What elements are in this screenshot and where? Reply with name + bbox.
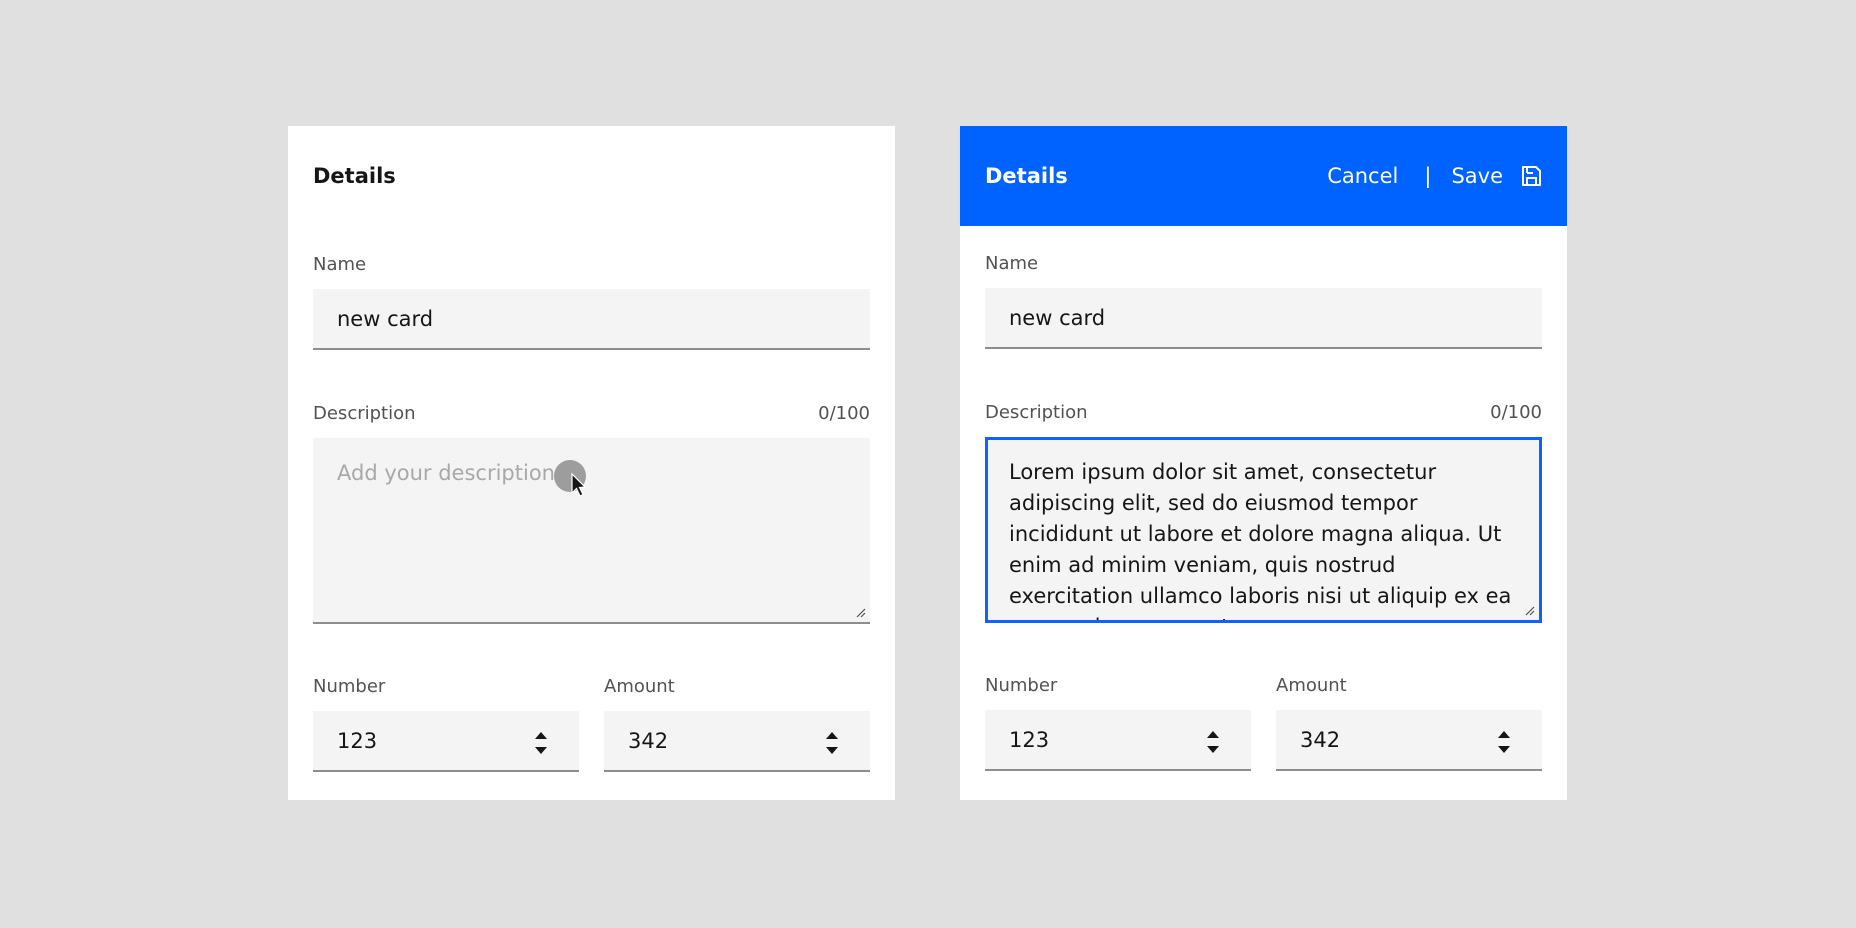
number-input[interactable]: 123 xyxy=(985,710,1251,771)
amount-label: Amount xyxy=(604,676,675,697)
amount-input[interactable]: 342 xyxy=(1276,710,1542,771)
description-textarea[interactable]: Lorem ipsum dolor sit amet, consectetur … xyxy=(985,437,1542,623)
action-separator: | xyxy=(1424,164,1432,188)
name-field: Name new card xyxy=(985,253,1542,349)
number-value: 123 xyxy=(1009,728,1050,752)
number-field: Number 123 xyxy=(985,675,1251,771)
amount-field: Amount 342 xyxy=(604,676,870,772)
stepper-icon[interactable] xyxy=(533,730,549,756)
description-counter: 0/100 xyxy=(818,403,870,424)
number-input[interactable]: 123 xyxy=(313,711,579,772)
details-card-edit: Details Cancel | Save Name new card Desc… xyxy=(960,126,1567,800)
header-actions: Cancel | Save xyxy=(1327,126,1567,226)
mouse-pointer-icon xyxy=(554,460,587,497)
resize-grip-icon[interactable] xyxy=(854,606,866,618)
description-label: Description xyxy=(985,402,1088,423)
amount-input[interactable]: 342 xyxy=(604,711,870,772)
card-header-edit: Details Cancel | Save xyxy=(960,126,1567,226)
amount-value: 342 xyxy=(1300,728,1341,752)
card-title: Details xyxy=(985,164,1068,188)
save-button[interactable]: Save xyxy=(1451,164,1503,188)
number-field: Number 123 xyxy=(313,676,579,772)
name-input[interactable]: new card xyxy=(313,289,870,350)
stepper-icon[interactable] xyxy=(1205,729,1221,755)
save-icon[interactable] xyxy=(1520,165,1542,187)
name-field: Name new card xyxy=(313,254,870,350)
description-text: Lorem ipsum dolor sit amet, consectetur … xyxy=(1009,460,1512,620)
number-amount-row: Number 123 Amount 342 xyxy=(985,675,1542,771)
number-amount-row: Number 123 Amount 342 xyxy=(313,676,870,772)
description-field: Description 0/100 Add your description xyxy=(313,403,870,624)
card-title: Details xyxy=(313,164,396,188)
number-label: Number xyxy=(313,676,386,697)
amount-value: 342 xyxy=(628,729,669,753)
card-header: Details xyxy=(288,126,895,226)
cancel-button[interactable]: Cancel xyxy=(1327,164,1398,188)
name-input[interactable]: new card xyxy=(985,288,1542,349)
number-value: 123 xyxy=(337,729,378,753)
amount-field: Amount 342 xyxy=(1276,675,1542,771)
name-label: Name xyxy=(313,254,367,275)
stepper-icon[interactable] xyxy=(1496,729,1512,755)
description-field: Description 0/100 Lorem ipsum dolor sit … xyxy=(985,402,1542,623)
amount-label: Amount xyxy=(1276,675,1347,696)
description-label: Description xyxy=(313,403,416,424)
number-label: Number xyxy=(985,675,1058,696)
name-label: Name xyxy=(985,253,1039,274)
stepper-icon[interactable] xyxy=(824,730,840,756)
description-placeholder: Add your description xyxy=(337,461,555,485)
resize-grip-icon[interactable] xyxy=(1523,604,1535,616)
description-counter: 0/100 xyxy=(1490,402,1542,423)
